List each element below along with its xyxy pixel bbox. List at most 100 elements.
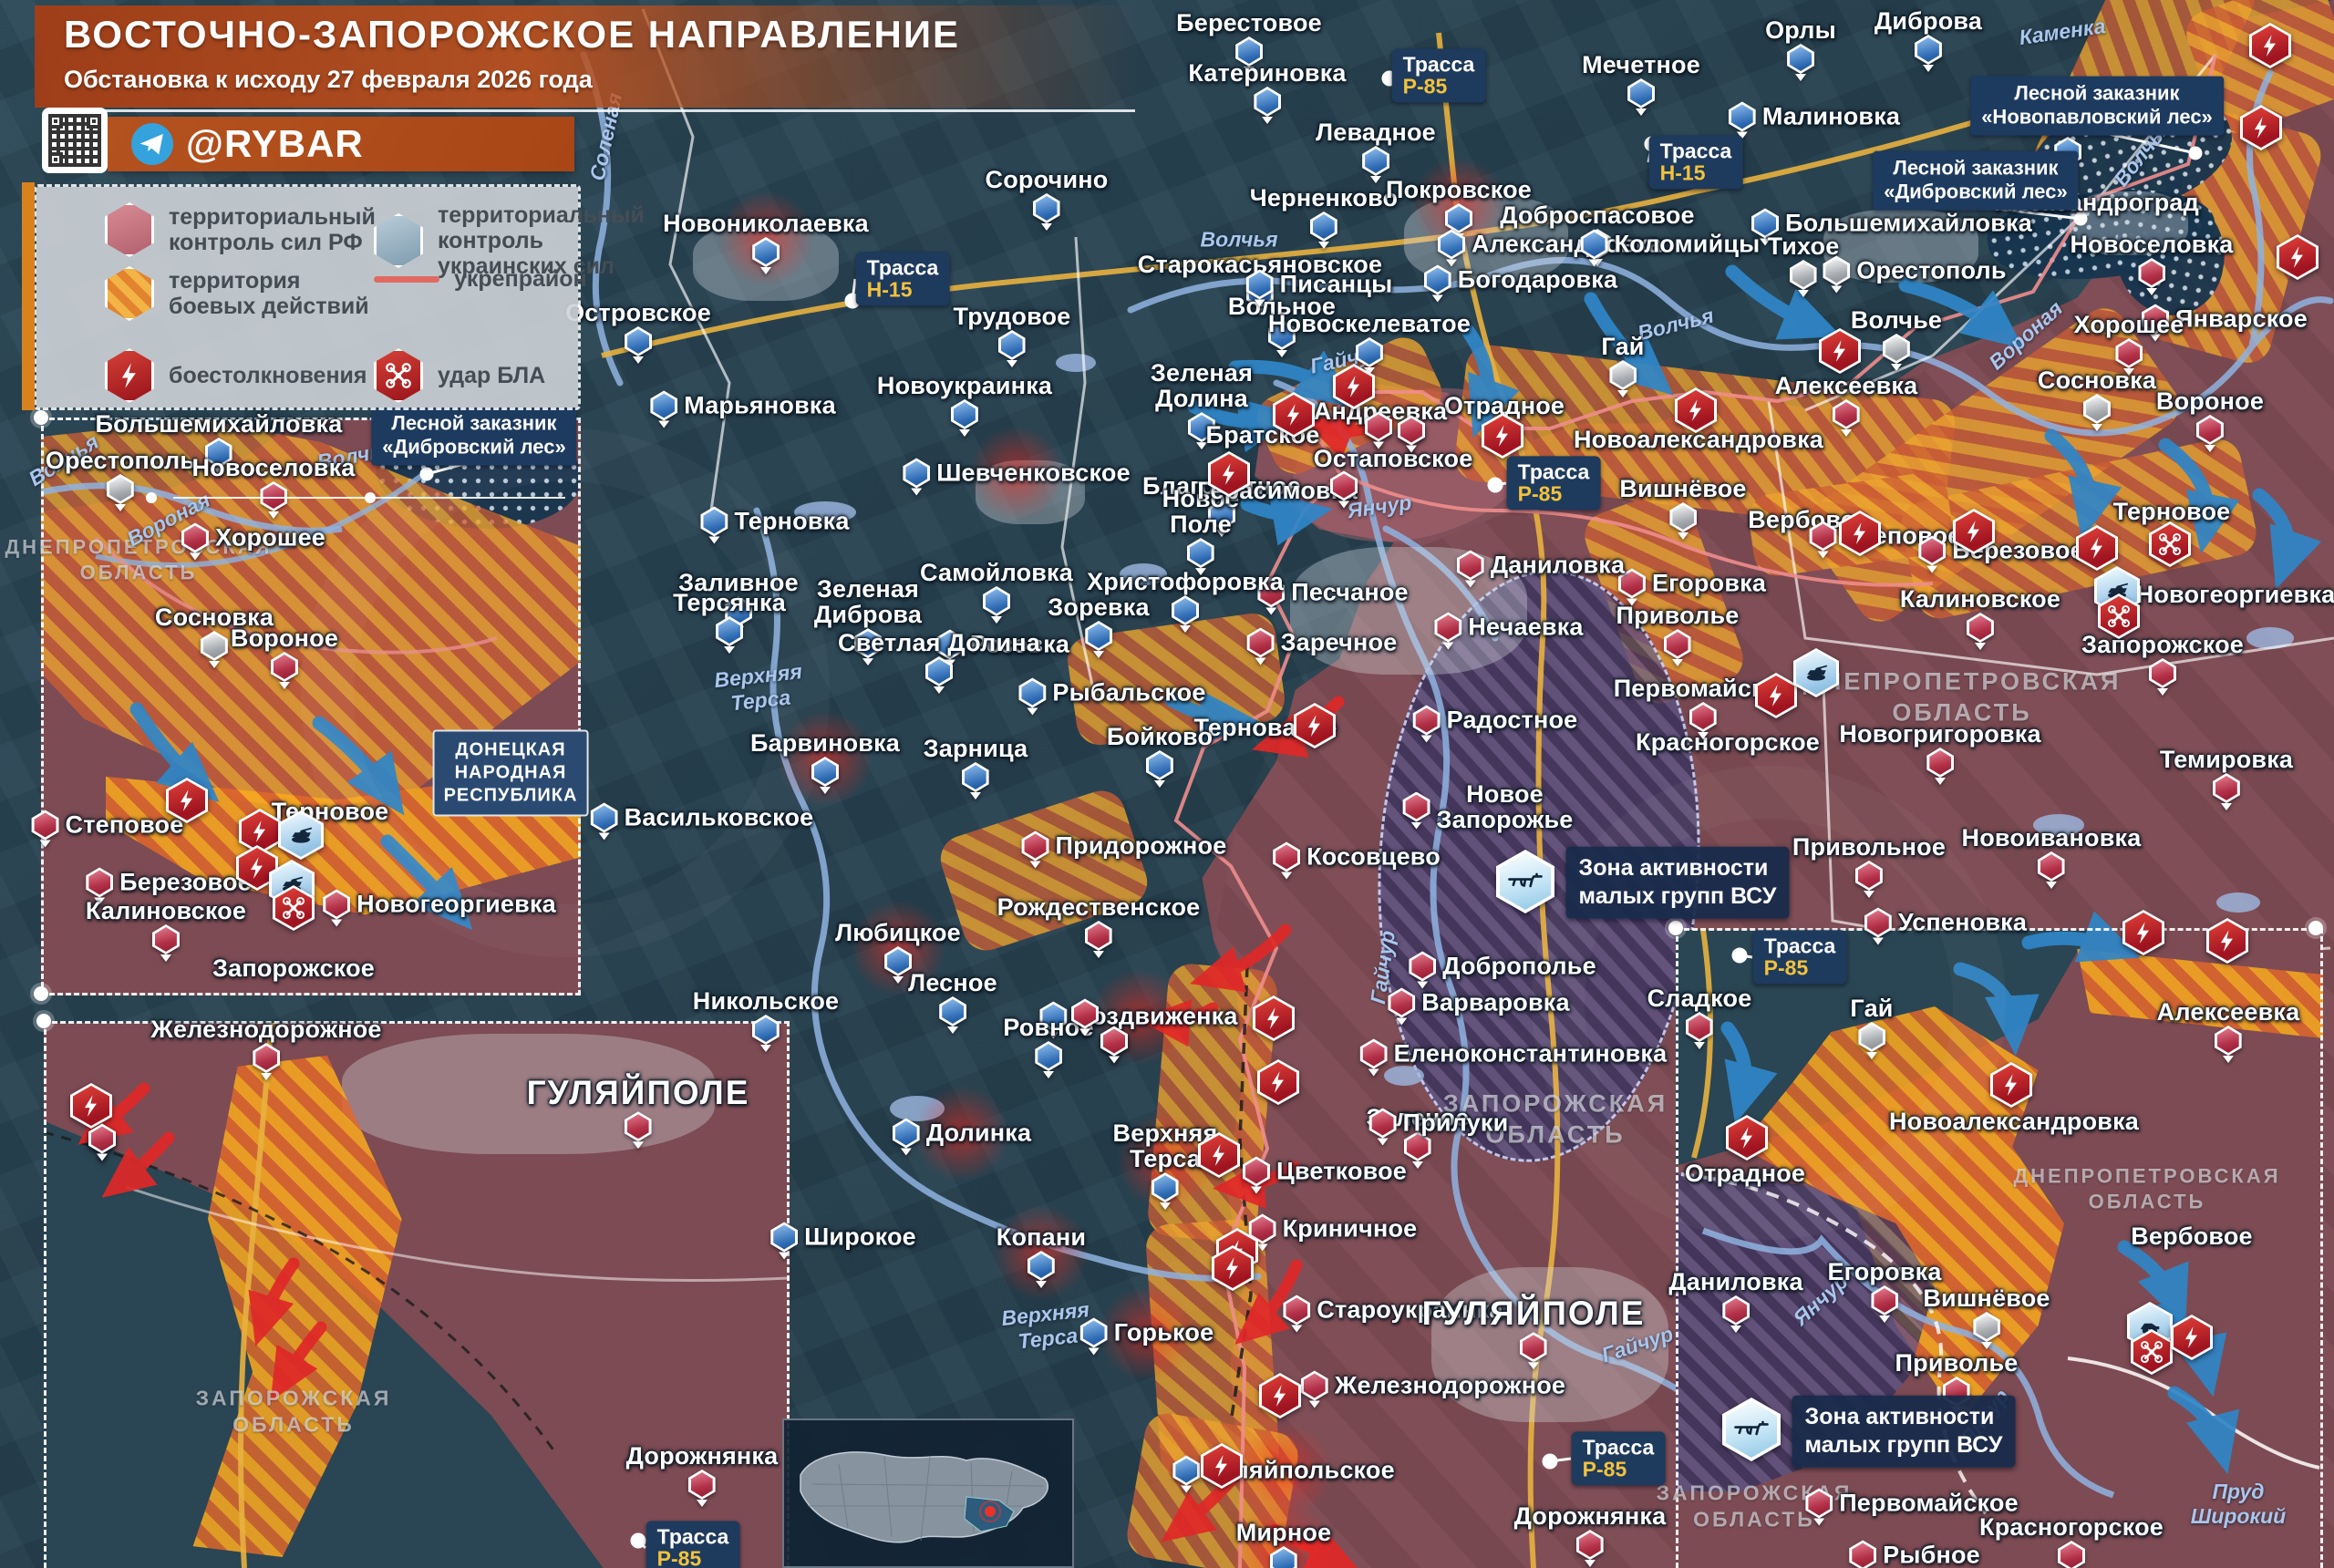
town-Широкое: Широкое: [770, 1222, 916, 1253]
vsu-zone-line: малых групп ВСУ: [1805, 1431, 2003, 1460]
pin-ru: [1686, 1012, 1713, 1042]
pin-ru: [1247, 628, 1275, 658]
town-Долинка: Долинка: [893, 1119, 1031, 1149]
pin-ru: [1085, 921, 1112, 951]
pin-ua: [1033, 193, 1060, 223]
town-Копани: Копани: [997, 1224, 1086, 1281]
pin-ru: [181, 523, 209, 553]
town-Зарница: Зарница: [924, 736, 1028, 792]
telegram-icon: [131, 123, 173, 165]
pin-ru: [1403, 792, 1430, 822]
pin-ua: [752, 237, 780, 267]
bolt-icon: [2171, 1315, 2213, 1360]
pin-ua: [1152, 1172, 1179, 1202]
pin-gy: [1973, 1312, 2000, 1342]
bolt-icon: [2249, 23, 2291, 68]
pin-ru: [1301, 1371, 1328, 1401]
town-Алексеевка: Алексеевка: [2157, 999, 2300, 1056]
town-label: Диброва: [1874, 8, 1982, 34]
dnr-box-line: РЕСПУБЛИКА: [444, 785, 578, 808]
road-badge-Р-85: ТрассаР-85: [1572, 1431, 1666, 1485]
town-Егоровка: Егоровка: [1827, 1259, 1941, 1315]
town-Шевченковское: Шевченковское: [903, 459, 1131, 489]
pin-ru: [1330, 471, 1358, 501]
pin-ua: [1362, 146, 1389, 176]
pin-ua: [1627, 78, 1655, 108]
town-Новоскелеватое: Новоскелеватое: [1268, 311, 1471, 367]
pin-ru: [1833, 399, 1860, 429]
town-label: Егоровка: [1652, 571, 1766, 596]
town-label: Писанцы: [1280, 272, 1393, 297]
drone-strike-icon: [374, 348, 423, 403]
pin-ua: [1581, 230, 1608, 260]
bolt-icon: [1208, 451, 1250, 497]
town-label: Придорожное: [1056, 833, 1227, 859]
forest-badge: Лесной заказник«Дибровский лес»: [371, 407, 576, 466]
town-Волчье: Волчье: [1851, 307, 1942, 364]
town-Даниловка: Даниловка: [1457, 551, 1625, 581]
river-label-Пруд-Широкий: Пруд Широкий: [2191, 1480, 2286, 1529]
town-label: Никольское: [693, 988, 840, 1014]
town-Писанцы: Писанцы: [1246, 270, 1393, 300]
town-Даниловка: Даниловка: [1668, 1269, 1802, 1326]
pin-ru: [2038, 851, 2065, 882]
locator-minimap: [782, 1418, 1074, 1568]
vsu-zone-line: малых групп ВСУ: [1579, 882, 1777, 911]
town-Барвиновка: Барвиновка: [750, 730, 900, 787]
town-Красногорское: Красногорское: [1979, 1514, 2164, 1568]
pin-gy: [1883, 334, 1910, 364]
town-Орестополь: Орестополь: [46, 448, 195, 504]
pin-ua: [998, 330, 1026, 360]
town-Калиновское: Калиновское: [86, 898, 246, 954]
pin-ru: [1457, 551, 1484, 581]
bolt-icon: [1257, 1059, 1299, 1105]
map-title: ВОСТОЧНО-ЗАПОРОЖСКОЕ НАПРАВЛЕНИЕ: [64, 13, 960, 57]
town-label: Даниловка: [1668, 1269, 1802, 1295]
pin-ua: [1787, 44, 1814, 74]
town-Гай: Гай: [1601, 334, 1644, 390]
pin-ru: [2058, 1541, 2085, 1568]
pin-ua: [951, 399, 978, 429]
town-label: Красногорское: [1636, 729, 1820, 755]
town-label: Зеленая Диброва: [814, 576, 922, 627]
town-label: Новониколаевка: [663, 211, 869, 236]
town-Сорочино: Сорочино: [986, 167, 1109, 223]
dnr-republic-box: ДОНЕЦКАЯНАРОДНАЯРЕСПУБЛИКА: [433, 730, 589, 817]
town-label: Трудовое: [954, 304, 1071, 329]
bolt-icon: [1253, 995, 1295, 1041]
town-Доброполье: Доброполье: [1409, 952, 1596, 982]
road-badge-Р-85: ТрассаР-85: [1753, 930, 1847, 984]
inset-corner: [34, 986, 48, 1001]
pin-ru-icon: [1365, 412, 1392, 442]
town-label: Январское: [2175, 306, 2308, 332]
town-label: Радостное: [1447, 707, 1578, 733]
town-Горькое: Горькое: [1080, 1318, 1214, 1348]
legend-item: территория боевых действий: [105, 266, 369, 321]
pin-ru: [1365, 412, 1392, 442]
town-label: Терсянка: [673, 590, 786, 615]
pin-ua: [1915, 35, 1942, 65]
town-Светлая-Долина: Светлая Долина: [838, 630, 1040, 686]
town-Косовцево: Косовцево: [1273, 842, 1441, 872]
vsu-zone-line: Зона активности: [1579, 854, 1777, 882]
town-Приволье: Приволье: [1616, 603, 1740, 659]
town-label: Бойково: [1107, 724, 1213, 749]
pin-gy: [1858, 1022, 1885, 1052]
town-label: Новоскелеватое: [1268, 311, 1471, 336]
pin-ru: [1520, 1332, 1547, 1362]
town-Придорожное: Придорожное: [1022, 831, 1227, 861]
forest-badge-line: Лесной заказник: [382, 412, 565, 436]
town-Вишнёвое: Вишнёвое: [1619, 476, 1746, 532]
town-label: Новоивановка: [1962, 825, 2142, 851]
pin-ua: [625, 326, 652, 356]
pin-ua: [1035, 1041, 1062, 1071]
pin-ua: [1270, 1546, 1297, 1568]
pin-ru: [1689, 702, 1717, 732]
town-label: Гай: [1850, 995, 1893, 1021]
town-Никольское: Никольское: [693, 988, 840, 1045]
inset-corner: [2308, 921, 2323, 935]
town-Новогеоргиевка: Новогеоргиевка: [2136, 582, 2334, 607]
town-label: Варваровка: [1421, 990, 1569, 1016]
road-badge-word: Трасса: [1764, 934, 1836, 956]
town-label: ГУЛЯЙПОЛЕ: [527, 1076, 750, 1110]
